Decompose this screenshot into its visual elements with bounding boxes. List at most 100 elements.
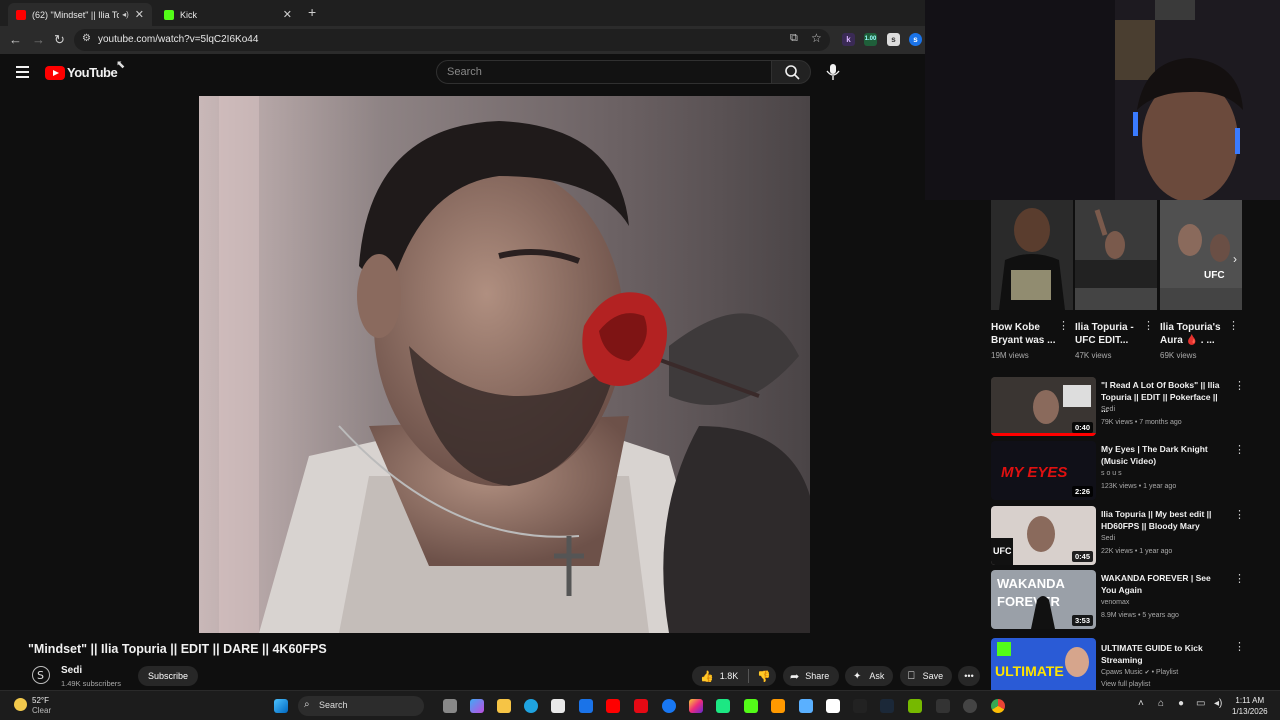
app-grid-icon[interactable] (799, 699, 813, 713)
speaker-icon[interactable]: ◂) (122, 10, 129, 19)
tray-chevron-icon[interactable]: ˄ (1138, 698, 1144, 709)
channel-name[interactable]: Cpaws Music ✔ • Playlist (1101, 669, 1178, 676)
copilot-icon[interactable] (470, 699, 484, 713)
install-app-icon[interactable]: ⧉ (790, 32, 798, 45)
like-count[interactable]: 1.8K (720, 671, 739, 681)
video-menu-icon[interactable]: ⋮ (1234, 379, 1245, 392)
video-thumbnail: MY EYES 2:26 (991, 441, 1096, 500)
recommended-video[interactable]: 0:40 "I Read A Lot Of Books" || Ilia Top… (991, 377, 1251, 439)
channel-name[interactable]: Sedi (1101, 535, 1115, 542)
g-app-icon[interactable] (853, 699, 867, 713)
playlist-thumbnail: ULTIMATE (991, 638, 1096, 690)
new-tab-button[interactable]: + (308, 4, 316, 20)
settings-gear-icon[interactable] (963, 699, 977, 713)
search-button[interactable] (771, 60, 811, 84)
short-menu-icon[interactable]: ⋮ (1228, 319, 1239, 332)
search-icon (785, 65, 800, 80)
instagram-icon[interactable] (689, 699, 703, 713)
taskbar-search[interactable]: ⌕ Search (298, 696, 424, 716)
separator: • (1151, 669, 1155, 676)
youtube-logo[interactable]: YouTube (45, 65, 118, 80)
microphone-icon (826, 64, 840, 80)
recommended-video[interactable]: WAKANDA FOREVER 3:53 WAKANDA FOREVER | S… (991, 570, 1251, 632)
video-menu-icon[interactable]: ⋮ (1234, 508, 1245, 521)
short-menu-icon[interactable]: ⋮ (1143, 319, 1154, 332)
more-actions-button[interactable]: ••• (958, 666, 980, 686)
system-clock[interactable]: 1:11 AM 1/13/2026 (1232, 695, 1268, 717)
ask-button[interactable]: ✦ Ask (845, 666, 893, 686)
recommended-playlist[interactable]: ULTIMATE ULTIMATE GUIDE to Kick Streamin… (991, 638, 1251, 690)
channel-name[interactable]: venomax (1101, 599, 1129, 606)
netflix-icon[interactable] (634, 699, 648, 713)
nvidia-icon[interactable] (908, 699, 922, 713)
file-explorer-icon[interactable] (497, 699, 511, 713)
chrome-icon[interactable] (991, 699, 1005, 713)
search-input[interactable] (437, 61, 771, 83)
url-text[interactable]: youtube.com/watch?v=5lqC2I6Ko44 (98, 34, 258, 45)
task-view-icon[interactable] (443, 699, 457, 713)
subscribe-button[interactable]: Subscribe (138, 666, 198, 686)
channel-name[interactable]: s o u s (1101, 470, 1122, 477)
steam-icon[interactable] (880, 699, 894, 713)
share-button[interactable]: ➦ Share (783, 666, 839, 686)
extension-square-icon[interactable]: s (887, 33, 900, 46)
voice-search-button[interactable] (822, 61, 844, 83)
amazon-icon[interactable] (771, 699, 785, 713)
menu-icon[interactable] (16, 66, 29, 81)
video-player[interactable] (199, 96, 810, 633)
channel-name[interactable]: Sedi (61, 665, 82, 676)
save-button[interactable]: ⎕ Save (900, 666, 952, 686)
short-menu-icon[interactable]: ⋮ (1058, 319, 1069, 332)
roblox-icon[interactable] (826, 699, 840, 713)
short-card[interactable]: How Kobe Bryant was ... 19M views (991, 200, 1073, 360)
view-playlist-link[interactable]: View full playlist (1101, 681, 1150, 688)
back-icon[interactable]: ← (9, 32, 22, 47)
short-thumbnail (1075, 200, 1157, 310)
volume-tray-icon[interactable]: ◂) (1214, 698, 1222, 709)
forward-icon[interactable]: → (32, 32, 45, 47)
like-icon[interactable]: 👍 (700, 670, 714, 683)
recommended-video[interactable]: MY EYES 2:26 My Eyes | The Dark Knight (… (991, 441, 1251, 503)
tray-app-icon[interactable]: ⌂ (1158, 698, 1164, 709)
shorts-next-chevron-icon[interactable]: › (1233, 252, 1237, 266)
youtube-app-icon[interactable] (606, 699, 620, 713)
edge-icon[interactable] (524, 699, 538, 713)
extension-blue-icon[interactable]: s (909, 33, 922, 46)
close-tab-icon[interactable]: ✕ (283, 8, 292, 21)
tab-youtube[interactable]: (62) "Mindset" || Ilia Topuria ◂) ✕ (8, 3, 152, 26)
mail-icon[interactable] (579, 699, 593, 713)
video-menu-icon[interactable]: ⋮ (1234, 572, 1245, 585)
recommended-video[interactable]: UFC 0:45 Ilia Topuria || My best edit ||… (991, 506, 1251, 568)
video-menu-icon[interactable]: ⋮ (1234, 443, 1245, 456)
microphone-tray-icon[interactable]: ● (1178, 698, 1184, 709)
clock-time: 1:11 AM (1235, 696, 1265, 705)
epic-games-icon[interactable] (936, 699, 950, 713)
dislike-icon[interactable]: 👎 (757, 670, 771, 683)
reload-icon[interactable]: ↻ (54, 32, 65, 48)
browser-tab-strip: (62) "Mindset" || Ilia Topuria ◂) ✕ Kick… (0, 0, 925, 26)
webcam-overlay (925, 0, 1280, 200)
hulu-icon[interactable] (716, 699, 730, 713)
svg-text:UFC: UFC (1204, 270, 1225, 281)
facebook-icon[interactable] (662, 699, 676, 713)
tab-kick[interactable]: Kick ✕ (156, 3, 300, 26)
store-icon[interactable] (551, 699, 565, 713)
duration-badge: 3:53 (1071, 615, 1093, 626)
extension-counter-icon[interactable]: 1.00 (864, 33, 877, 46)
channel-name[interactable]: Sedi (1101, 406, 1115, 413)
windows-start-icon[interactable] (274, 699, 288, 713)
extension-k-icon[interactable]: k (842, 33, 855, 46)
channel-name-text: Cpaws Music (1101, 669, 1143, 676)
display-tray-icon[interactable]: ▭ (1196, 698, 1205, 709)
address-bar[interactable]: ⚙ youtube.com/watch?v=5lqC2I6Ko44 ⧉ ☆ (74, 29, 830, 51)
channel-avatar[interactable]: S (32, 666, 50, 684)
bookmark-star-icon[interactable]: ☆ (811, 31, 822, 45)
kick-app-icon[interactable] (744, 699, 758, 713)
video-menu-icon[interactable]: ⋮ (1234, 640, 1245, 653)
short-card[interactable]: Ilia Topuria - UFC EDIT... 47K views (1075, 200, 1157, 360)
svg-text:UFC: UFC (993, 546, 1012, 556)
site-info-icon[interactable]: ⚙ (82, 33, 91, 44)
short-card[interactable]: UFC Ilia Topuria's Aura 🩸 . ... 69K view… (1160, 200, 1242, 360)
search-field[interactable] (436, 60, 772, 84)
close-tab-icon[interactable]: ✕ (135, 8, 144, 21)
